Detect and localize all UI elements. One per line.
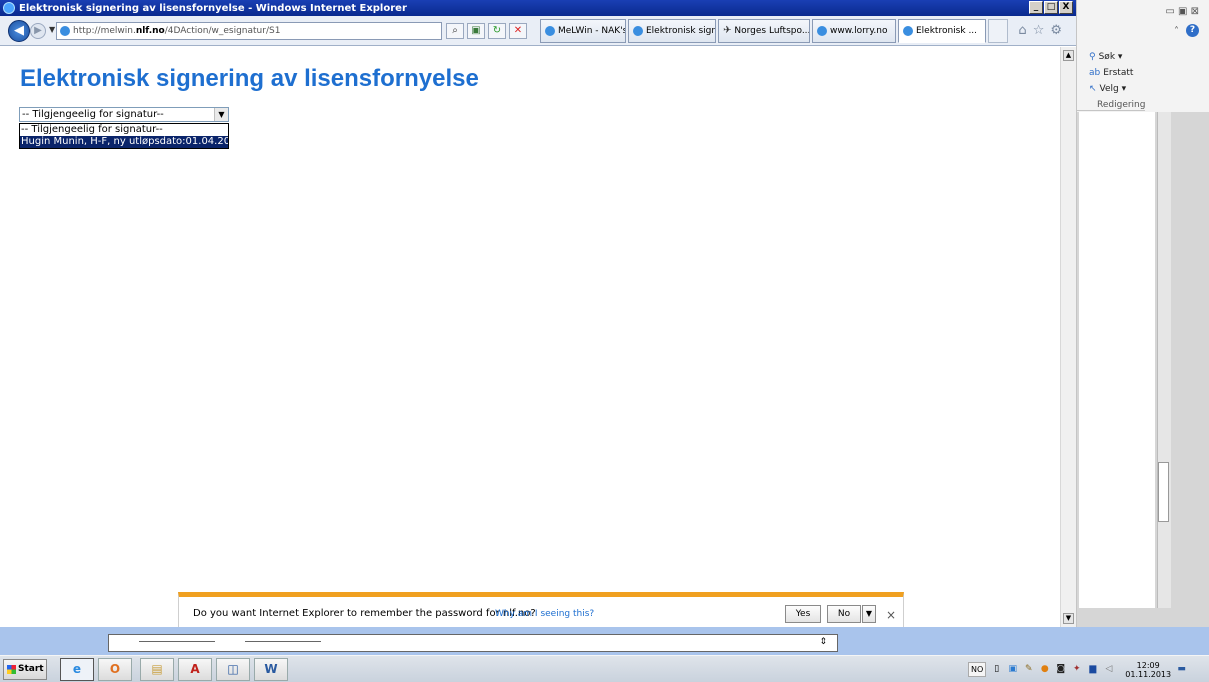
tray-app2-icon[interactable]: ◙	[1055, 664, 1066, 675]
office-scrollbar[interactable]	[1157, 112, 1171, 617]
document-page	[1079, 112, 1155, 617]
search-command[interactable]: ⚲ Søk ▾	[1089, 52, 1122, 62]
editing-group-label: Redigering	[1097, 100, 1146, 110]
stop-icon[interactable]: ✕	[509, 23, 527, 39]
signature-select[interactable]: -- Tilgjengeelig for signatur-- ▼	[19, 107, 229, 122]
replace-command[interactable]: ab Erstatt	[1089, 68, 1133, 78]
zoom-slider[interactable]	[1077, 608, 1209, 627]
close-tab-icon[interactable]: ✕	[984, 20, 985, 42]
help-icon[interactable]: ?	[1186, 24, 1199, 37]
acrobat-taskbar-icon[interactable]: A	[178, 658, 212, 681]
explorer-taskbar-icon[interactable]: ▤	[140, 658, 174, 681]
password-notification-bar: Do you want Internet Explorer to remembe…	[178, 592, 904, 630]
collapse-ribbon-icon[interactable]: ˄	[1174, 26, 1179, 37]
no-options-dropdown-icon[interactable]: ▼	[862, 605, 876, 623]
replace-icon: ab	[1089, 68, 1101, 78]
volume-icon[interactable]: ◁	[1103, 664, 1114, 675]
page-content: Elektronisk signering av lisensfornyelse…	[0, 47, 1060, 627]
close-window-button[interactable]: X	[1059, 1, 1073, 14]
tab-strip: MeLWin - NAK's... Elektronisk sign... ✈N…	[540, 19, 1008, 43]
address-bar[interactable]: http://melwin.nlf.no/4DAction/w_esignatu…	[56, 22, 442, 40]
divider	[1077, 110, 1145, 111]
tray-outlook-icon[interactable]: ●	[1039, 664, 1050, 675]
binoculars-icon: ⚲	[1089, 52, 1096, 62]
chevron-down-icon[interactable]: ▼	[214, 108, 228, 121]
ie-title-bar[interactable]: Elektronisk signering av lisensfornyelse…	[0, 0, 1076, 16]
internet-explorer-taskbar-icon[interactable]: e	[60, 658, 94, 681]
ie-icon	[633, 26, 643, 36]
ie-icon	[817, 26, 827, 36]
notification-text: Do you want Internet Explorer to remembe…	[193, 608, 536, 619]
forward-button[interactable]: ▶	[30, 23, 46, 39]
refresh-icon[interactable]: ↻	[488, 23, 506, 39]
tab-norges-luftsport[interactable]: ✈ Norges Luftspo...	[718, 19, 810, 43]
ie-icon	[3, 2, 15, 14]
tray-app-icon[interactable]: ▯	[991, 664, 1002, 675]
select-option[interactable]: -- Tilgjengeelig for signatur--	[20, 124, 228, 136]
office-scroll-thumb[interactable]	[1158, 462, 1169, 522]
ie-icon	[903, 26, 913, 36]
close-notification-icon[interactable]: ×	[886, 608, 896, 622]
plane-icon: ✈	[723, 25, 732, 36]
minimize-button[interactable]: _	[1029, 1, 1043, 14]
search-icon[interactable]: ⌕	[446, 23, 464, 39]
signature-select-options: -- Tilgjengeelig for signatur-- Hugin Mu…	[19, 123, 229, 149]
maximize-button[interactable]: □	[1044, 1, 1058, 14]
favorites-star-icon[interactable]: ☆	[1033, 23, 1045, 38]
office-window-controls[interactable]: ▭ ▣ ⊠	[1165, 6, 1199, 17]
select-option-highlighted[interactable]: Hugin Munin, H-F, ny utløpsdato:01.04.20…	[20, 136, 228, 148]
start-button[interactable]: Start	[3, 659, 47, 680]
ruler-segment	[245, 641, 321, 651]
ruler-segment	[139, 641, 215, 651]
language-indicator[interactable]: NO	[968, 662, 987, 677]
compatibility-view-icon[interactable]: ▣	[467, 23, 485, 39]
vertical-scrollbar[interactable]: ▲ ▼	[1060, 47, 1076, 627]
settings-gear-icon[interactable]: ⚙	[1050, 23, 1062, 38]
windows-logo-icon	[7, 665, 16, 674]
signature-select-value: -- Tilgjengeelig for signatur--	[22, 109, 164, 120]
scroll-down-icon[interactable]: ▼	[1063, 613, 1074, 624]
history-dropdown-icon[interactable]: ▼	[49, 25, 55, 34]
no-button[interactable]: No	[827, 605, 861, 623]
tab-elektronisk-1[interactable]: Elektronisk sign...	[628, 19, 716, 43]
office-document-pane	[1077, 112, 1209, 617]
ie-icon	[545, 26, 555, 36]
clock-date: 01.11.2013	[1125, 669, 1172, 679]
yes-button[interactable]: Yes	[785, 605, 821, 623]
word-taskbar-icon[interactable]: W	[254, 658, 288, 681]
cursor-icon: ↖	[1089, 84, 1097, 94]
word-document-ruler: ⇕	[108, 634, 838, 652]
system-tray: NO ▯ ▣ ✎ ● ◙ ✦ ▆ ◁ 12:09 01.11.2013 ▬	[968, 658, 1209, 681]
outlook-taskbar-icon[interactable]: O	[98, 658, 132, 681]
back-button[interactable]: ◀	[8, 20, 30, 42]
tab-melwin[interactable]: MeLWin - NAK's...	[540, 19, 626, 43]
page-title: Elektronisk signering av lisensfornyelse	[20, 65, 479, 92]
window-title: Elektronisk signering av lisensfornyelse…	[19, 2, 407, 14]
clock[interactable]: 12:09 01.11.2013	[1125, 661, 1171, 679]
tray-app3-icon[interactable]: ✦	[1071, 664, 1082, 675]
tray-tool-icon[interactable]: ✎	[1023, 664, 1034, 675]
taskbar: Start e O ▤ A ◫ W NO ▯ ▣ ✎ ● ◙ ✦ ▆ ◁ 12:…	[0, 655, 1209, 682]
navigation-bar: ◀ ▶ ▼ http://melwin.nlf.no/4DAction/w_es…	[0, 16, 1076, 46]
tray-app4-icon[interactable]: ▆	[1087, 664, 1098, 675]
tab-elektronisk-active[interactable]: Elektronisk ...✕	[898, 19, 986, 43]
new-tab-button[interactable]	[988, 19, 1008, 43]
why-am-i-seeing-this-link[interactable]: Why am I seeing this?	[495, 609, 594, 619]
app-taskbar-icon[interactable]: ◫	[216, 658, 250, 681]
clock-time: 12:09	[1136, 660, 1160, 670]
tab-lorry[interactable]: www.lorry.no	[812, 19, 896, 43]
show-desktop-icon[interactable]: ▬	[1176, 664, 1187, 675]
ie-page-icon	[60, 26, 70, 36]
scroll-up-icon[interactable]: ▲	[1063, 50, 1074, 61]
select-command[interactable]: ↖ Velg ▾	[1089, 84, 1126, 94]
office-ribbon-panel: ▭ ▣ ⊠ ˄ ? ⚲ Søk ▾ ab Erstatt ↖ Velg ▾ Redig…	[1076, 0, 1209, 627]
split-grip-icon[interactable]: ⇕	[819, 637, 827, 647]
home-icon[interactable]: ⌂	[1018, 23, 1026, 38]
tray-network-icon[interactable]: ▣	[1007, 664, 1018, 675]
